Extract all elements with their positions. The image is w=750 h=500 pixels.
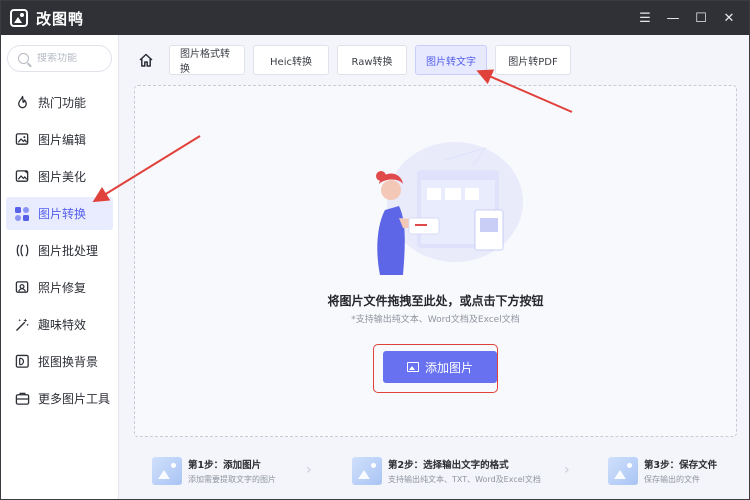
sidebar-item-label: 热门功能 [38,96,87,110]
minimize-button[interactable]: — [659,4,687,32]
sidebar-item-label: 图片编辑 [38,133,87,147]
search-icon [18,53,29,64]
effects-icon [14,317,30,333]
sidebar-item-label: 图片批处理 [38,244,99,258]
sidebar-item-effects[interactable]: 趣味特效 [6,308,113,341]
sidebar-item-edit[interactable]: 图片编辑 [6,123,113,156]
sidebar-item-label: 图片转换 [38,207,87,221]
sidebar-item-label: 更多图片工具 [38,392,111,406]
cutout-icon [14,354,30,370]
format-step-icon [352,457,382,485]
app-window: 改图鸭 ☰ — ☐ ✕ 热门功能 图片编辑 [0,0,750,500]
search-input[interactable] [37,53,107,64]
image-convert-icon [14,206,30,222]
menu-button[interactable]: ☰ [631,4,659,32]
app-logo-icon [10,9,28,27]
step-desc: 支持输出纯文本、TXT、Word及Excel文档 [388,475,541,484]
search-box[interactable] [7,45,112,72]
sidebar-item-label: 抠图换背景 [38,355,99,369]
flame-icon [14,95,30,111]
window-controls: ☰ — ☐ ✕ [631,4,743,32]
image-beautify-icon [14,169,30,185]
step-title: 第1步：添加图片 [188,460,262,471]
sidebar-item-label: 照片修复 [38,281,87,295]
app-title: 改图鸭 [36,9,85,28]
add-image-button[interactable]: 添加图片 [383,351,497,383]
image-icon [406,362,419,372]
photo-repair-icon [14,280,30,296]
sidebar-item-beautify[interactable]: 图片美化 [6,160,113,193]
step-title: 第3步：保存文件 [644,460,718,471]
toolbox-icon [14,391,30,407]
batch-icon [14,243,30,259]
step-2: 第2步：选择输出文字的格式 支持输出纯文本、TXT、Word及Excel文档 [352,449,541,493]
add-image-label: 添加图片 [424,360,473,375]
tab-image-format[interactable]: 图片格式转换 [169,45,245,75]
sidebar-item-cutout[interactable]: 抠图换背景 [6,345,113,378]
tab-bar: 图片格式转换 Heic转换 Raw转换 图片转文字 图片转PDF [131,45,579,75]
drop-zone[interactable]: 将图片文件拖拽至此处，或点击下方按钮 *支持输出纯文本、Word文档及Excel… [134,85,737,437]
sidebar-item-label: 图片美化 [38,170,87,184]
home-button[interactable] [131,45,161,75]
title-bar: 改图鸭 ☰ — ☐ ✕ [1,1,749,35]
add-image-step-icon [152,457,182,485]
maximize-button[interactable]: ☐ [687,4,715,32]
step-desc: 添加需要提取文字的图片 [188,475,276,484]
chevron-right-icon: › [564,462,570,478]
tab-image-to-pdf[interactable]: 图片转PDF [495,45,571,75]
save-step-icon [608,457,638,485]
chevron-right-icon: › [306,462,312,478]
tab-image-to-text[interactable]: 图片转文字 [415,45,487,75]
sidebar-item-hot[interactable]: 热门功能 [6,86,113,119]
steps-bar: 第1步：添加图片 添加需要提取文字的图片 › 第2步：选择输出文字的格式 支持输… [134,449,737,493]
step-title: 第2步：选择输出文字的格式 [388,460,509,471]
sidebar-item-convert[interactable]: 图片转换 [6,197,113,230]
sidebar: 热门功能 图片编辑 图片美化 图片转换 图片批处理 [1,35,119,499]
sidebar-item-more-tools[interactable]: 更多图片工具 [6,382,113,415]
sidebar-item-repair[interactable]: 照片修复 [6,271,113,304]
sidebar-item-batch[interactable]: 图片批处理 [6,234,113,267]
step-1: 第1步：添加图片 添加需要提取文字的图片 [152,449,276,493]
home-icon [139,53,153,67]
drop-zone-title: 将图片文件拖拽至此处，或点击下方按钮 [327,294,544,308]
sidebar-item-label: 趣味特效 [38,318,87,332]
step-desc: 保存输出的文件 [644,475,700,484]
tab-raw[interactable]: Raw转换 [337,45,407,75]
upload-illustration [376,142,523,275]
step-3: 第3步：保存文件 保存输出的文件 [608,449,717,493]
close-button[interactable]: ✕ [715,4,743,32]
image-edit-icon [14,132,30,148]
drop-zone-subtitle: *支持输出纯文本、Word文档及Excel文档 [351,315,520,325]
tab-heic[interactable]: Heic转换 [253,45,329,75]
